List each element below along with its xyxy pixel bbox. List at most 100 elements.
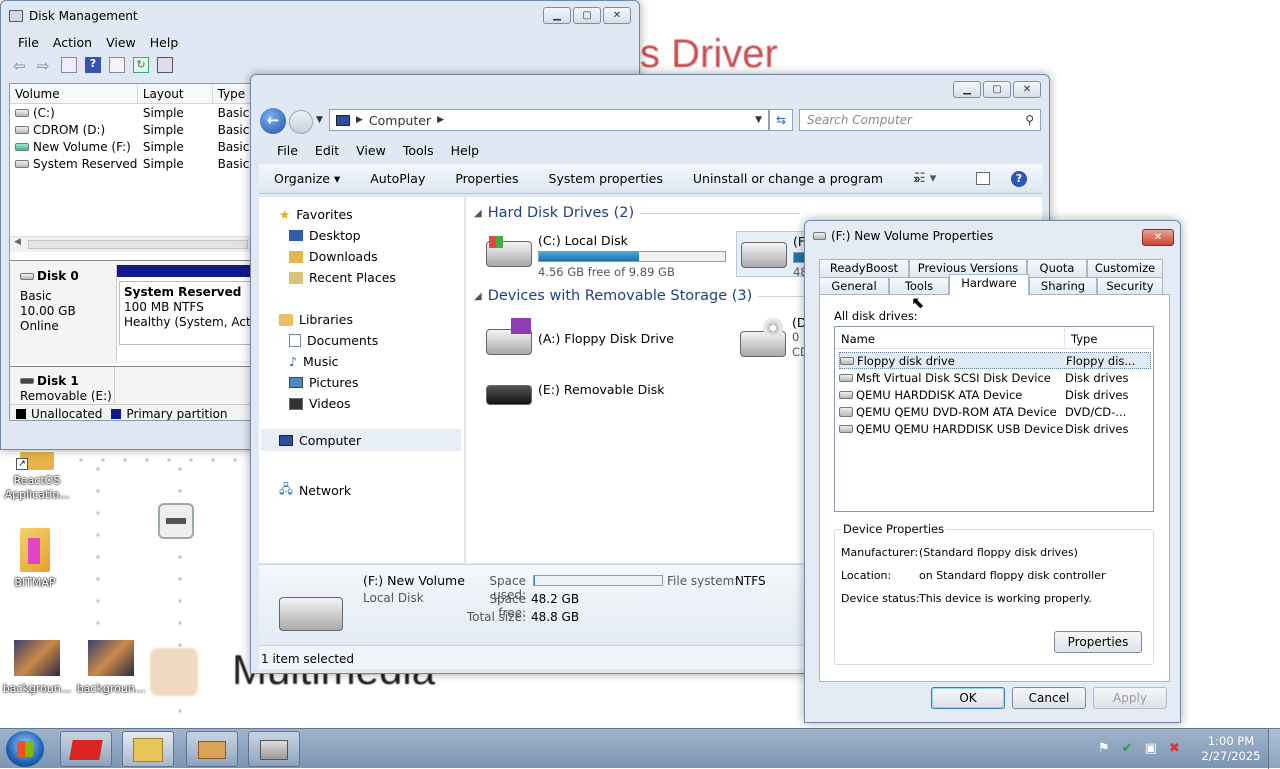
- menu-file[interactable]: File: [18, 35, 39, 50]
- rescan-disks-icon[interactable]: [157, 57, 173, 73]
- device-properties-button[interactable]: Properties: [1054, 631, 1142, 653]
- show-hide-tree-icon[interactable]: [61, 57, 77, 73]
- minimize-button[interactable]: ▁: [953, 81, 981, 98]
- column-header-type[interactable]: Type: [213, 84, 252, 103]
- taskbar-explorer[interactable]: [122, 731, 174, 767]
- nav-favorites[interactable]: ★ Favorites: [279, 207, 353, 222]
- disk0-panel[interactable]: Disk 0 Basic 10.00 GB Online System Rese…: [10, 260, 252, 364]
- forward-arrow-icon[interactable]: ⇨: [37, 57, 53, 75]
- start-button[interactable]: [6, 731, 44, 767]
- help-icon[interactable]: ?: [1011, 170, 1027, 187]
- taskbar-app-red[interactable]: [60, 731, 112, 767]
- collapse-group-icon[interactable]: ◢: [474, 208, 482, 219]
- preview-pane-icon[interactable]: [976, 172, 990, 185]
- desktop-icon-background-2[interactable]: backgroun...: [76, 640, 146, 695]
- column-header-type[interactable]: Type: [1065, 327, 1153, 348]
- search-input[interactable]: Search Computer ⚲: [799, 109, 1041, 131]
- back-arrow-icon[interactable]: ⇦: [13, 57, 29, 75]
- help-icon[interactable]: ?: [85, 57, 101, 73]
- horizontal-scrollbar[interactable]: ◀: [10, 236, 252, 252]
- autoplay-button[interactable]: AutoPlay: [355, 171, 440, 186]
- tab-quota[interactable]: Quota: [1027, 259, 1087, 277]
- security-shield-icon[interactable]: ✔: [1122, 741, 1133, 756]
- volume-row[interactable]: (C:) Simple Basic: [10, 104, 252, 121]
- dialog-title-bar[interactable]: (F:) New Volume Properties: [805, 221, 1180, 251]
- nav-downloads[interactable]: Downloads: [289, 249, 378, 264]
- nav-desktop[interactable]: Desktop: [289, 228, 361, 243]
- scroll-thumb[interactable]: [28, 240, 248, 249]
- maximize-button[interactable]: ▢: [573, 7, 601, 24]
- menu-view[interactable]: View: [106, 35, 136, 50]
- network-icon[interactable]: ▣: [1145, 741, 1157, 756]
- disk1-panel[interactable]: Disk 1 Removable (E:): [10, 366, 252, 405]
- taskbar-app-package[interactable]: [186, 731, 238, 767]
- column-header-volume[interactable]: Volume: [10, 84, 138, 103]
- change-view-icon[interactable]: ☷ ▾: [914, 171, 936, 186]
- group-hard-disk-drives[interactable]: ◢ Hard Disk Drives (2): [474, 205, 801, 221]
- refresh-button[interactable]: ⇆: [769, 109, 793, 131]
- list-item[interactable]: QEMU QEMU HARDDISK USB Device Disk drive…: [839, 420, 1151, 437]
- list-item[interactable]: QEMU QEMU DVD-ROM ATA Device DVD/CD-...: [839, 403, 1151, 420]
- desktop-icon-background-1[interactable]: backgroun...: [2, 640, 72, 695]
- dialog-close-button[interactable]: ✕: [1142, 229, 1174, 246]
- ok-button[interactable]: OK: [931, 687, 1005, 709]
- breadcrumb-computer[interactable]: Computer: [369, 113, 431, 128]
- address-dropdown-icon[interactable]: ▼: [755, 115, 762, 125]
- volume-row[interactable]: CDROM (D:) Simple Basic: [10, 121, 252, 138]
- column-header-layout[interactable]: Layout: [138, 84, 213, 103]
- nav-music[interactable]: ♪ Music: [289, 354, 339, 369]
- drive-c[interactable]: (C:) Local Disk 4.56 GB free of 9.89 GB: [486, 231, 736, 279]
- volume-row[interactable]: New Volume (F:) Simple Basic: [10, 138, 252, 155]
- apply-button[interactable]: Apply: [1093, 687, 1167, 709]
- list-item[interactable]: QEMU HARDDISK ATA Device Disk drives: [839, 386, 1151, 403]
- column-header-name[interactable]: Name: [835, 327, 1065, 348]
- uninstall-program-button[interactable]: Uninstall or change a program: [678, 171, 898, 186]
- tab-customize[interactable]: Customize: [1087, 259, 1163, 277]
- nav-pictures[interactable]: Pictures: [289, 375, 359, 390]
- nav-recent-places[interactable]: Recent Places: [289, 270, 396, 285]
- tab-sharing[interactable]: Sharing: [1029, 277, 1097, 295]
- action-center-flag-icon[interactable]: ⚑: [1098, 741, 1110, 756]
- group-removable-storage[interactable]: ◢ Devices with Removable Storage (3): [474, 288, 839, 304]
- maximize-button[interactable]: ▢: [983, 81, 1011, 98]
- close-button[interactable]: ✕: [603, 7, 631, 24]
- scroll-left-icon[interactable]: ◀: [14, 237, 21, 247]
- tab-general[interactable]: General: [819, 277, 889, 295]
- minimize-button[interactable]: ▁: [543, 7, 571, 24]
- show-desktop-button[interactable]: [1268, 729, 1280, 769]
- collapse-group-icon[interactable]: ◢: [474, 291, 482, 302]
- menu-tools[interactable]: Tools: [403, 143, 434, 158]
- drive-a[interactable]: (A:) Floppy Disk Drive: [486, 317, 716, 361]
- partition-system-reserved[interactable]: System Reserved 100 MB NTFS Healthy (Sys…: [116, 265, 252, 361]
- cancel-button[interactable]: Cancel: [1012, 687, 1086, 709]
- nav-documents[interactable]: Documents: [289, 333, 378, 348]
- disk-drives-list[interactable]: Name Type Floppy disk drive Floppy dis..…: [834, 326, 1154, 512]
- volume-row[interactable]: System Reserved Simple Basic: [10, 155, 252, 172]
- nav-network[interactable]: 🖧 Network: [279, 480, 351, 501]
- system-properties-button[interactable]: System properties: [534, 171, 678, 186]
- menu-file[interactable]: File: [277, 143, 298, 158]
- nav-computer[interactable]: Computer: [261, 429, 461, 451]
- taskbar-disk-management[interactable]: [248, 731, 300, 767]
- close-button[interactable]: ✕: [1013, 81, 1041, 98]
- menu-help[interactable]: Help: [150, 35, 179, 50]
- forward-button[interactable]: [289, 110, 313, 134]
- menu-action[interactable]: Action: [53, 35, 92, 50]
- tab-readyboost[interactable]: ReadyBoost: [819, 259, 909, 277]
- search-icon[interactable]: ⚲: [1025, 113, 1034, 127]
- nav-videos[interactable]: Videos: [289, 396, 351, 411]
- menu-help[interactable]: Help: [451, 143, 480, 158]
- properties-button[interactable]: Properties: [440, 171, 533, 186]
- list-item[interactable]: Msft Virtual Disk SCSI Disk Device Disk …: [839, 369, 1151, 386]
- nav-libraries[interactable]: Libraries: [279, 312, 353, 327]
- list-item-selected[interactable]: Floppy disk drive Floppy dis...: [839, 352, 1151, 369]
- drive-e[interactable]: (E:) Removable Disk: [486, 375, 716, 415]
- clock[interactable]: 1:00 PM 2/27/2025: [1200, 734, 1262, 764]
- volume-muted-icon[interactable]: ✖: [1169, 741, 1180, 756]
- address-bar[interactable]: ▶ Computer ▶ ▼: [329, 109, 769, 131]
- menu-edit[interactable]: Edit: [315, 143, 339, 158]
- desktop-icon-reactos-apps[interactable]: ↗ ReactOS Applicatio...: [4, 452, 70, 502]
- organize-button[interactable]: Organize ▾: [259, 171, 355, 186]
- recent-pages-icon[interactable]: ▼: [316, 115, 323, 125]
- menu-view[interactable]: View: [356, 143, 386, 158]
